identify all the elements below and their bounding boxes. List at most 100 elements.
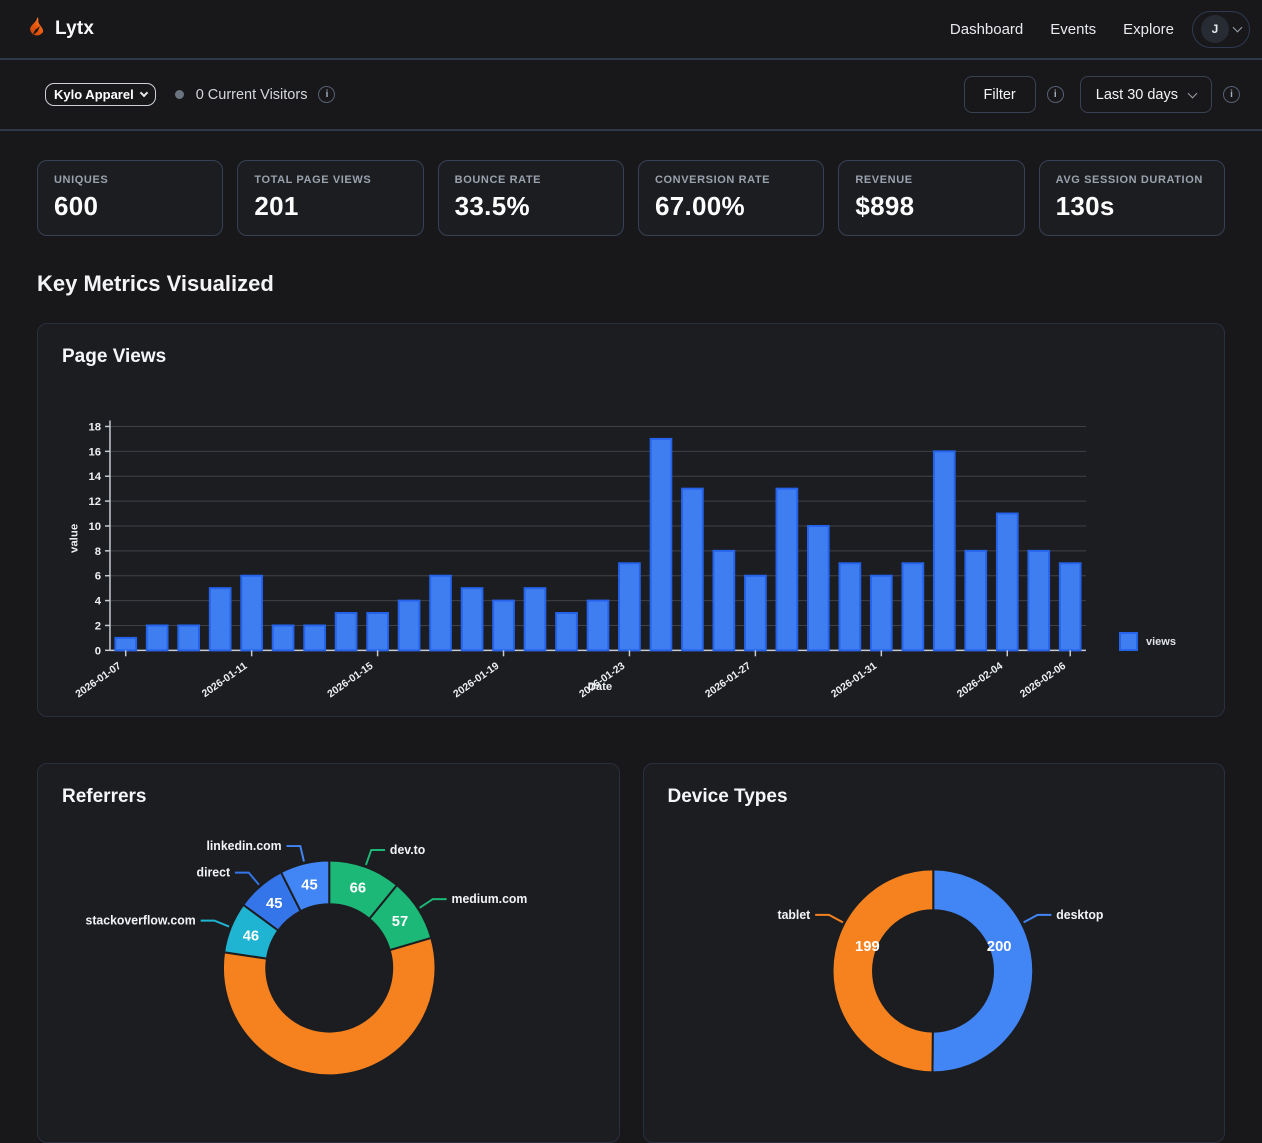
bar-2026-01-18[interactable] <box>462 588 483 650</box>
bar-2026-02-06[interactable] <box>1060 563 1081 650</box>
stat-label: AVG SESSION DURATION <box>1056 174 1208 186</box>
segment-label-tablet: tablet <box>777 908 810 922</box>
label-connector <box>815 915 843 922</box>
bar-2026-02-03[interactable] <box>965 551 986 650</box>
avatar[interactable]: J <box>1201 15 1229 43</box>
bar-2026-01-28[interactable] <box>777 489 798 651</box>
segment-label-direct: direct <box>197 866 230 880</box>
x-axis-title: Date <box>588 681 613 693</box>
bar-2026-01-07[interactable] <box>115 638 136 650</box>
site-header: Kylo Apparel 0 Current Visitors i Filter… <box>0 60 1262 131</box>
bar-2026-01-25[interactable] <box>682 489 703 651</box>
bar-2026-02-05[interactable] <box>1028 551 1049 650</box>
svg-text:2026-01-31: 2026-01-31 <box>830 661 880 701</box>
stat-label: UNIQUES <box>54 174 206 186</box>
legend-label: views <box>1146 636 1176 648</box>
bar-2026-01-17[interactable] <box>430 576 451 651</box>
bar-2026-01-12[interactable] <box>273 625 294 650</box>
bar-2026-01-13[interactable] <box>304 625 325 650</box>
main-content: UNIQUES 600 TOTAL PAGE VIEWS 201 BOUNCE … <box>0 160 1262 1143</box>
bar-2026-01-21[interactable] <box>556 613 577 650</box>
segment-value: 200 <box>986 939 1011 955</box>
bar-2026-01-22[interactable] <box>588 601 609 651</box>
chevron-down-icon <box>1188 89 1198 99</box>
stat-value: 600 <box>54 191 206 222</box>
bar-2026-01-20[interactable] <box>525 588 546 650</box>
bar-2026-01-31[interactable] <box>871 576 892 651</box>
bar-2026-01-23[interactable] <box>619 563 640 650</box>
bar-2026-02-04[interactable] <box>997 514 1018 651</box>
label-connector <box>366 850 385 865</box>
info-icon[interactable]: i <box>1047 86 1064 103</box>
brand: Lytx <box>26 17 94 41</box>
legend-swatch <box>1119 632 1138 651</box>
info-icon[interactable]: i <box>1223 86 1240 103</box>
svg-text:18: 18 <box>88 421 101 433</box>
svg-text:2026-01-19: 2026-01-19 <box>452 661 502 701</box>
bar-2026-01-10[interactable] <box>210 588 231 650</box>
bar-2026-02-01[interactable] <box>903 563 924 650</box>
segment-label-stackoverflow.com: stackoverflow.com <box>85 913 195 927</box>
svg-text:2026-01-07: 2026-01-07 <box>74 661 124 701</box>
referrers-card: Referrers 66dev.to57medium.com46stackove… <box>37 763 620 1143</box>
page-views-card: Page Views 0246810121416182026-01-072026… <box>37 323 1225 717</box>
nav-link-events[interactable]: Events <box>1050 21 1096 38</box>
nav-link-explore[interactable]: Explore <box>1123 21 1174 38</box>
y-axis-ticks: 024681012141618 <box>88 421 109 657</box>
site-selector-value: Kylo Apparel <box>54 87 134 102</box>
svg-text:2026-01-11: 2026-01-11 <box>200 661 249 700</box>
segment-value: 46 <box>243 929 259 945</box>
bar-2026-01-29[interactable] <box>808 526 829 650</box>
stat-card-total-page-views: TOTAL PAGE VIEWS 201 <box>237 160 423 236</box>
referrers-donut-chart[interactable]: 66dev.to57medium.com46stackoverflow.com4… <box>38 764 619 1142</box>
nav-links: Dashboard Events Explore <box>950 21 1174 38</box>
bar-2026-01-19[interactable] <box>493 601 514 651</box>
stat-label: TOTAL PAGE VIEWS <box>254 174 406 186</box>
bar-2026-01-11[interactable] <box>241 576 262 651</box>
donut-segment-tablet[interactable] <box>832 869 933 1072</box>
svg-text:2026-02-06: 2026-02-06 <box>1018 661 1068 701</box>
device-types-donut-chart[interactable]: 200desktop199tablet <box>644 764 1225 1142</box>
stat-label: CONVERSION RATE <box>655 174 807 186</box>
svg-text:6: 6 <box>95 571 101 583</box>
svg-text:4: 4 <box>95 596 102 608</box>
user-menu[interactable]: J <box>1192 11 1250 48</box>
bar-2026-01-30[interactable] <box>840 563 861 650</box>
date-range-selector[interactable]: Last 30 days <box>1080 76 1212 113</box>
chart-legend[interactable]: views <box>1119 632 1176 651</box>
stat-value: 130s <box>1056 191 1208 222</box>
label-connector <box>1023 915 1051 922</box>
site-selector[interactable]: Kylo Apparel <box>45 83 156 106</box>
select-caret-icon <box>139 89 147 97</box>
segment-value: 199 <box>855 939 880 955</box>
bar-2026-01-24[interactable] <box>651 439 672 650</box>
top-nav: Lytx Dashboard Events Explore J <box>0 0 1262 60</box>
page-views-bar-chart[interactable]: 0246810121416182026-01-072026-01-112026-… <box>38 324 1224 716</box>
label-connector <box>201 921 229 927</box>
bar-2026-01-16[interactable] <box>399 601 420 651</box>
info-icon[interactable]: i <box>318 86 335 103</box>
chevron-down-icon <box>1233 22 1243 32</box>
bar-2026-01-08[interactable] <box>147 625 168 650</box>
segment-value: 66 <box>350 880 366 896</box>
svg-text:2026-02-04: 2026-02-04 <box>955 661 1005 701</box>
stat-value: 67.00% <box>655 191 807 222</box>
nav-link-dashboard[interactable]: Dashboard <box>950 21 1023 38</box>
stat-value: 201 <box>254 191 406 222</box>
donut-segment-unlabeled[interactable] <box>223 938 436 1075</box>
bar-2026-02-02[interactable] <box>934 451 955 650</box>
bar-2026-01-09[interactable] <box>178 625 199 650</box>
flame-logo-icon <box>26 17 46 41</box>
donut-segment-desktop[interactable] <box>932 869 1033 1072</box>
stat-card-revenue: REVENUE $898 <box>838 160 1024 236</box>
bar-2026-01-15[interactable] <box>367 613 388 650</box>
current-visitors-label: 0 Current Visitors <box>196 87 308 103</box>
stat-card-bounce-rate: BOUNCE RATE 33.5% <box>438 160 624 236</box>
bar-2026-01-27[interactable] <box>745 576 766 651</box>
svg-text:2026-01-27: 2026-01-27 <box>704 661 754 701</box>
svg-text:14: 14 <box>88 471 101 483</box>
bar-2026-01-26[interactable] <box>714 551 735 650</box>
bar-2026-01-14[interactable] <box>336 613 357 650</box>
stat-card-avg-session-duration: AVG SESSION DURATION 130s <box>1039 160 1225 236</box>
filter-button[interactable]: Filter <box>964 76 1036 113</box>
